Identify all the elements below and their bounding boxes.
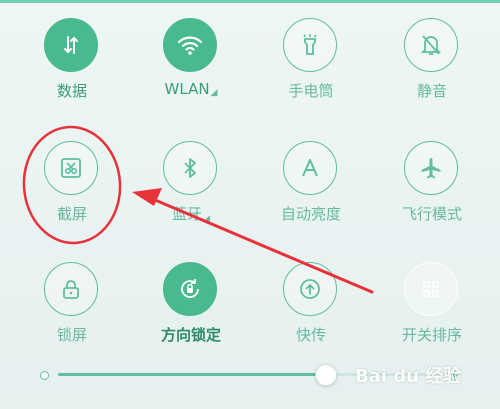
toggle-bluetooth[interactable]: 蓝牙◢: [146, 141, 236, 241]
toggle-wlan-label: WLAN◢: [164, 80, 218, 98]
toggle-sort-switches-label: 开关排序: [401, 326, 462, 344]
flashlight-icon: [283, 18, 337, 72]
grid-icon: [404, 262, 458, 316]
caret-icon: ◢: [203, 214, 210, 224]
wifi-icon: [163, 18, 217, 72]
toggle-auto-brightness-label: 自动亮度: [280, 205, 341, 223]
brightness-track-filled: [58, 373, 325, 376]
bell-off-icon: [404, 18, 458, 72]
bluetooth-icon: [163, 141, 217, 195]
scissors-icon: [44, 141, 98, 195]
auto-brightness-icon: [283, 141, 337, 195]
toggle-sort-switches[interactable]: 开关排序: [387, 262, 477, 362]
rotation-lock-icon: [163, 262, 217, 316]
watermark: Bai du 经验: [355, 366, 462, 387]
quick-transfer-icon: [283, 262, 337, 316]
brightness-thumb[interactable]: [314, 364, 337, 386]
toggle-auto-brightness[interactable]: 自动亮度: [266, 141, 356, 241]
lock-icon: [44, 262, 98, 316]
toggle-bluetooth-label: 蓝牙◢: [172, 205, 210, 224]
caret-icon: ◢: [210, 88, 218, 98]
toggle-wlan[interactable]: WLAN◢: [146, 18, 236, 118]
toggle-screenshot[interactable]: 截屏: [27, 141, 117, 241]
toggle-screenshot-label: 截屏: [56, 205, 87, 223]
toggle-data-label: 数据: [56, 82, 87, 100]
toggle-airplane-label: 飞行模式: [401, 205, 462, 223]
airplane-icon: [404, 141, 458, 195]
toggle-data[interactable]: 数据: [27, 18, 117, 118]
toggle-flashlight[interactable]: 手电筒: [266, 18, 356, 118]
toggle-quick-transfer-label: 快传: [295, 326, 326, 344]
brightness-low-icon: [40, 371, 49, 380]
toggle-silent-label: 静音: [416, 82, 447, 100]
toggle-quick-transfer[interactable]: 快传: [266, 262, 356, 362]
data-arrows-icon: [44, 18, 98, 72]
toggle-rotation-lock-label: 方向锁定: [160, 326, 221, 344]
toggle-airplane[interactable]: 飞行模式: [387, 141, 477, 241]
toggle-rotation-lock[interactable]: 方向锁定: [146, 262, 236, 362]
panel-top-edge: [0, 0, 500, 3]
toggle-lock-screen[interactable]: 锁屏: [27, 262, 117, 362]
toggle-flashlight-label: 手电筒: [288, 82, 334, 100]
toggle-silent[interactable]: 静音: [387, 18, 477, 118]
toggle-lock-screen-label: 锁屏: [56, 326, 87, 344]
